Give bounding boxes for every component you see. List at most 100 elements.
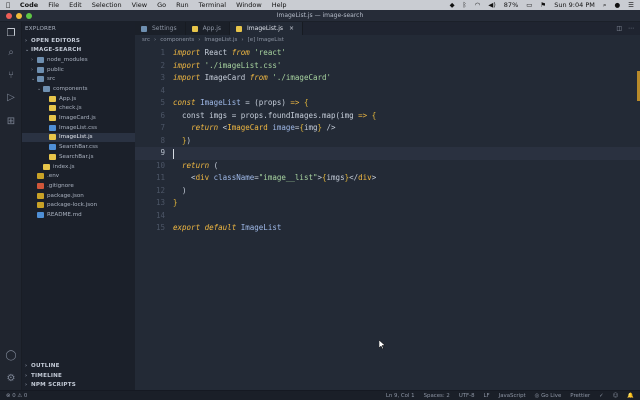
clock[interactable]: Sun 9:04 PM	[554, 1, 595, 9]
tree-file[interactable]: README.md	[22, 210, 135, 220]
breadcrumb-separator: ›	[241, 37, 244, 43]
tree-folder[interactable]: ⌄ components	[22, 84, 135, 94]
code-line[interactable]: 3 import ImageCard from './imageCard'	[135, 72, 640, 85]
battery-percent[interactable]: 87%	[504, 1, 518, 9]
code-line[interactable]: 9	[135, 147, 640, 160]
user-icon[interactable]: ●	[615, 1, 621, 9]
menu-selection[interactable]: Selection	[92, 1, 122, 9]
menu-code[interactable]: Code	[20, 1, 38, 9]
indentation[interactable]: Spaces: 2	[424, 393, 450, 399]
tree-file[interactable]: ImageList.css	[22, 123, 135, 133]
cursor-position[interactable]: Ln 9, Col 1	[386, 393, 415, 399]
code-line[interactable]: 8 })	[135, 135, 640, 148]
outline-section[interactable]: › OUTLINE	[22, 361, 135, 370]
search-icon[interactable]: ⌕	[4, 45, 18, 59]
tree-file[interactable]: .gitignore	[22, 181, 135, 191]
extensions-icon[interactable]: ⊞	[4, 114, 18, 128]
apple-icon[interactable]: 	[6, 1, 10, 9]
code-text: const ImageList = (props) => {	[173, 98, 309, 107]
breadcrumb-components[interactable]: components	[160, 37, 194, 43]
open-editors-section[interactable]: › OPEN EDITORS	[22, 36, 135, 45]
code-line[interactable]: 10 return (	[135, 160, 640, 173]
code-line[interactable]: 11 <div className="image__list">{imgs}</…	[135, 172, 640, 185]
code-line[interactable]: 5 const ImageList = (props) => {	[135, 97, 640, 110]
tree-item-label: ImageList.css	[59, 124, 97, 131]
feedback-icon[interactable]: ☺	[613, 393, 619, 399]
run-debug-icon[interactable]: ▷	[4, 90, 18, 104]
explorer-icon[interactable]: ❐	[4, 26, 18, 40]
tree-file[interactable]: SearchBar.css	[22, 142, 135, 152]
tree-file[interactable]: package-lock.json	[22, 201, 135, 211]
code-line[interactable]: 7 return <ImageCard image={img} />	[135, 122, 640, 135]
line-ending[interactable]: LF	[484, 393, 490, 399]
menu-terminal[interactable]: Terminal	[199, 1, 226, 9]
tree-item-label: ImageList.js	[59, 134, 93, 141]
tree-file[interactable]: index.js	[22, 162, 135, 172]
code-line[interactable]: 15 export default ImageList	[135, 222, 640, 235]
code-line[interactable]: 4	[135, 85, 640, 98]
volume-icon[interactable]: ◀)	[488, 1, 496, 9]
code-line[interactable]: 6 const imgs = props.foundImages.map(img…	[135, 110, 640, 123]
settings-gear-icon[interactable]: ⚙	[4, 371, 18, 385]
dropbox-icon[interactable]: ◆	[450, 1, 455, 9]
breadcrumb-file[interactable]: ImageList.js	[204, 37, 237, 43]
account-icon[interactable]: ◯	[4, 348, 18, 362]
tree-folder[interactable]: ⌄ src	[22, 74, 135, 84]
prettier-status[interactable]: Prettier	[570, 393, 590, 399]
line-number: 1	[160, 48, 165, 57]
menu-window[interactable]: Window	[236, 1, 262, 9]
timeline-section[interactable]: › TIMELINE	[22, 371, 135, 380]
bluetooth-icon[interactable]: ᛒ	[463, 1, 467, 9]
more-actions-icon[interactable]: ⋯	[628, 25, 634, 32]
tree-file[interactable]: ImageList.js	[22, 132, 135, 143]
notifications-bell-icon[interactable]: 🔔	[627, 393, 634, 399]
menu-edit[interactable]: Edit	[69, 1, 82, 9]
check-icon[interactable]: ✓	[599, 393, 604, 399]
code-editor[interactable]: 1 import React from 'react' 2 import './ima…	[135, 45, 640, 390]
tree-file[interactable]: .env	[22, 171, 135, 181]
menu-help[interactable]: Help	[272, 1, 287, 9]
split-editor-icon[interactable]: ◫	[616, 25, 622, 32]
code-line[interactable]: 1 import React from 'react'	[135, 47, 640, 60]
npm-scripts-label: NPM SCRIPTS	[31, 382, 76, 388]
encoding[interactable]: UTF-8	[459, 393, 475, 399]
flag-icon[interactable]: ⚑	[540, 1, 546, 9]
menu-file[interactable]: File	[48, 1, 59, 9]
breadcrumb-src[interactable]: src	[142, 37, 150, 43]
tree-file[interactable]: SearchBar.js	[22, 152, 135, 162]
breadcrumb-symbol[interactable]: [e] ImageList	[248, 37, 284, 43]
code-line[interactable]: 2 import './imageList.css'	[135, 60, 640, 73]
tree-file[interactable]: App.js	[22, 94, 135, 104]
code-line[interactable]: 12 )	[135, 185, 640, 198]
tree-folder[interactable]: › node_modules	[22, 55, 135, 65]
search-icon[interactable]: ⌕	[603, 1, 607, 10]
wifi-icon[interactable]: ◠	[475, 1, 481, 9]
npm-scripts-section[interactable]: › NPM SCRIPTS	[22, 381, 135, 390]
code-line[interactable]: 14	[135, 210, 640, 223]
language-mode[interactable]: JavaScript	[499, 393, 526, 399]
control-center-icon[interactable]: ☰	[628, 1, 634, 9]
problems-indicator[interactable]: ⊗ 0 ⚠ 0	[6, 393, 27, 399]
tree-file[interactable]: package.json	[22, 191, 135, 201]
line-number: 14	[155, 210, 165, 220]
tab-settings[interactable]: Settings	[135, 22, 186, 35]
breadcrumb: src › components › ImageList.js › [e] Im…	[135, 35, 640, 45]
code-line[interactable]: 13}	[135, 197, 640, 210]
project-section[interactable]: ⌄ IMAGE-SEARCH	[22, 46, 135, 55]
tree-item-label: node_modules	[47, 56, 88, 63]
source-control-icon[interactable]: ⑂	[4, 68, 18, 82]
menu-view[interactable]: View	[132, 1, 147, 9]
battery-icon[interactable]: ▭	[526, 1, 532, 9]
menu-go[interactable]: Go	[157, 1, 166, 9]
tab-app-js[interactable]: App.js	[185, 22, 231, 35]
tab-imagelist-js[interactable]: ImageList.js ×	[230, 22, 304, 35]
menu-run[interactable]: Run	[176, 1, 188, 9]
tree-file[interactable]: check.js	[22, 104, 135, 114]
tree-file[interactable]: ImageCard.js	[22, 113, 135, 123]
json-file-icon	[37, 202, 44, 209]
folder-icon	[43, 85, 50, 92]
go-live-button[interactable]: ◎ Go Live	[535, 393, 562, 399]
tree-folder[interactable]: › public	[22, 65, 135, 75]
close-tab-icon[interactable]: ×	[289, 25, 294, 32]
js-file-icon	[49, 95, 56, 102]
